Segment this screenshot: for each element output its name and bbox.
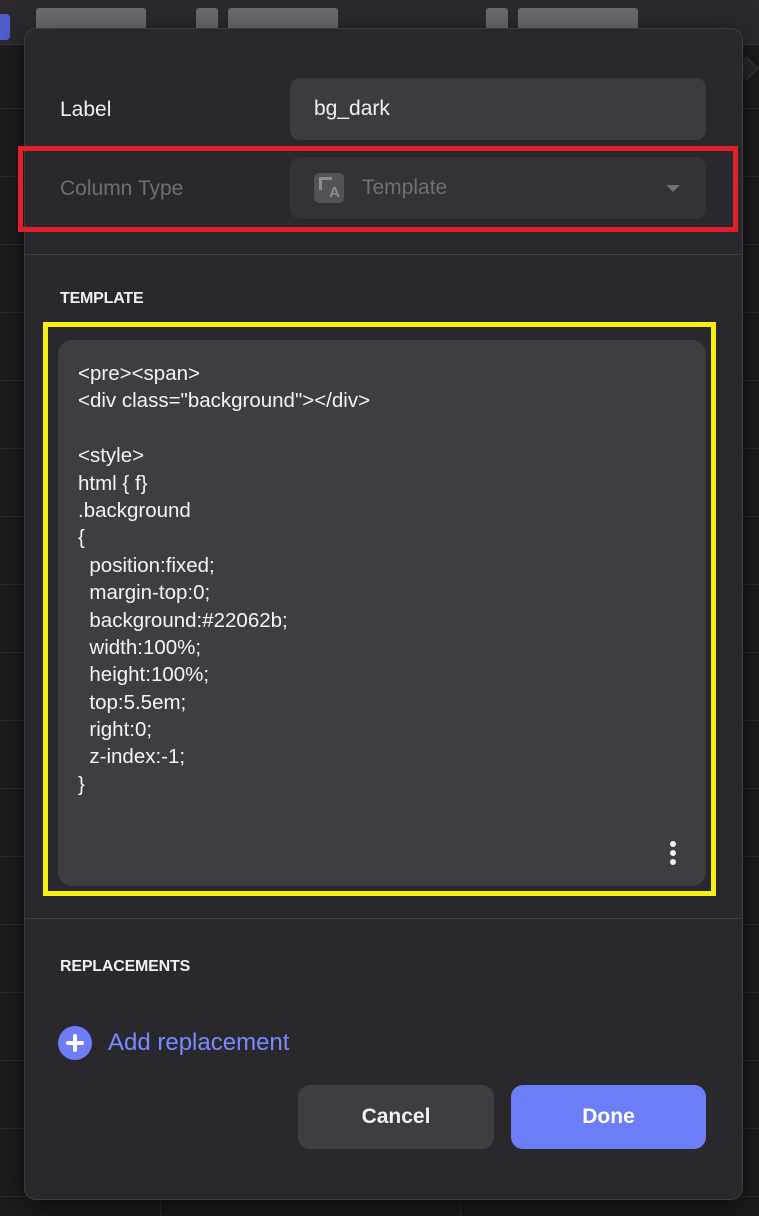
cancel-button-label: Cancel	[361, 1105, 431, 1128]
label-input[interactable]: bg_dark	[290, 78, 706, 140]
section-divider	[24, 918, 741, 919]
more-options-icon[interactable]	[670, 841, 678, 868]
template-code-line	[78, 415, 706, 442]
template-heading: TEMPLATE	[60, 290, 144, 307]
template-code-line: background:#22062b;	[78, 608, 288, 632]
template-code-line: height:100%;	[78, 663, 210, 687]
plus-circle-icon	[58, 1026, 92, 1060]
template-code-line: <pre><span>	[78, 362, 200, 385]
template-code-line: position:fixed;	[78, 553, 215, 577]
template-code-line: right:0;	[78, 718, 153, 742]
template-code-line: <div class="background"></div>	[78, 389, 371, 413]
template-code-line: {	[78, 526, 85, 550]
done-button[interactable]: Done	[511, 1085, 706, 1149]
add-replacement-button[interactable]: Add replacement	[58, 1024, 289, 1062]
template-code-line: width:100%;	[78, 635, 202, 659]
template-code-line: z-index:-1;	[78, 745, 186, 769]
cancel-button[interactable]: Cancel	[298, 1085, 494, 1149]
template-editor[interactable]: <pre><span> <div class="background"></div…	[58, 340, 706, 886]
template-code-line: top:5.5em;	[78, 690, 187, 714]
template-code: <pre><span> <div class="background"></div…	[78, 360, 706, 798]
template-code-line: <style>	[78, 444, 145, 468]
label-title: Label	[60, 98, 112, 121]
add-replacement-label: Add replacement	[108, 1029, 290, 1056]
template-code-line: margin-top:0;	[78, 581, 211, 605]
template-code-line: }	[78, 772, 85, 796]
done-button-label: Done	[582, 1105, 635, 1128]
section-divider	[24, 254, 741, 255]
label-input-value: bg_dark	[314, 97, 390, 120]
background-accent	[0, 14, 10, 40]
template-code-line: html { f}	[78, 471, 148, 495]
replacements-heading: REPLACEMENTS	[60, 958, 191, 975]
column-type-highlight	[18, 146, 738, 232]
template-code-line: .background	[78, 498, 191, 522]
